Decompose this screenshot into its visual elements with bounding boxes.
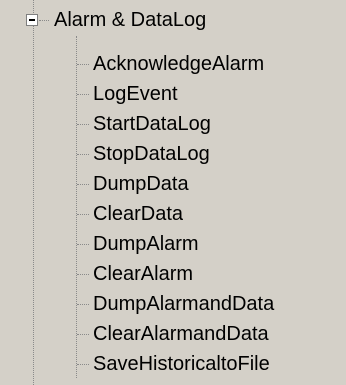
- tree-connector: [77, 274, 89, 275]
- tree-node-label[interactable]: LogEvent: [93, 80, 178, 108]
- tree-node-label[interactable]: ClearAlarmandData: [93, 320, 269, 348]
- tree-node-alarm-datalog[interactable]: Alarm & DataLog: [54, 6, 206, 34]
- tree-connector: [77, 154, 89, 155]
- tree-node-label[interactable]: DumpAlarmandData: [93, 290, 274, 318]
- tree-connector: [77, 334, 89, 335]
- tree-connector: [77, 304, 89, 305]
- tree-connector: [77, 184, 89, 185]
- tree-node-save-historical-to-file[interactable]: SaveHistoricaltoFile: [77, 350, 337, 378]
- tree-guide-line: [33, 0, 34, 385]
- tree-connector: [77, 244, 89, 245]
- tree-node-clear-data[interactable]: ClearData: [77, 200, 337, 228]
- collapse-toggle-icon[interactable]: [26, 14, 38, 26]
- tree-node-label[interactable]: DumpAlarm: [93, 230, 199, 258]
- tree-node-clear-alarm-and-data[interactable]: ClearAlarmandData: [77, 320, 337, 348]
- tree-node-label[interactable]: ClearData: [93, 200, 183, 228]
- tree-node-log-event[interactable]: LogEvent: [77, 80, 337, 108]
- tree-node-clear-alarm[interactable]: ClearAlarm: [77, 260, 337, 288]
- tree-connector: [77, 214, 89, 215]
- tree-node-label[interactable]: StartDataLog: [93, 110, 211, 138]
- tree-connector: [77, 94, 89, 95]
- tree-node-label[interactable]: AcknowledgeAlarm: [93, 50, 264, 78]
- tree-node-label[interactable]: DumpData: [93, 170, 189, 198]
- tree-node-acknowledge-alarm[interactable]: AcknowledgeAlarm: [77, 50, 337, 78]
- tree-node-dump-data[interactable]: DumpData: [77, 170, 337, 198]
- minus-icon: [29, 19, 35, 21]
- tree-connector: [77, 124, 89, 125]
- tree-node-label[interactable]: StopDataLog: [93, 140, 210, 168]
- tree-connector: [77, 364, 89, 365]
- tree-node-label[interactable]: SaveHistoricaltoFile: [93, 350, 270, 378]
- tree-node-start-datalog[interactable]: StartDataLog: [77, 110, 337, 138]
- tree-connector: [39, 20, 49, 21]
- tree-view[interactable]: Alarm & DataLog AcknowledgeAlarm LogEven…: [0, 0, 346, 385]
- tree-node-dump-alarm-and-data[interactable]: DumpAlarmandData: [77, 290, 337, 318]
- tree-node-label[interactable]: ClearAlarm: [93, 260, 193, 288]
- tree-node-stop-datalog[interactable]: StopDataLog: [77, 140, 337, 168]
- tree-node-dump-alarm[interactable]: DumpAlarm: [77, 230, 337, 258]
- tree-connector: [77, 64, 89, 65]
